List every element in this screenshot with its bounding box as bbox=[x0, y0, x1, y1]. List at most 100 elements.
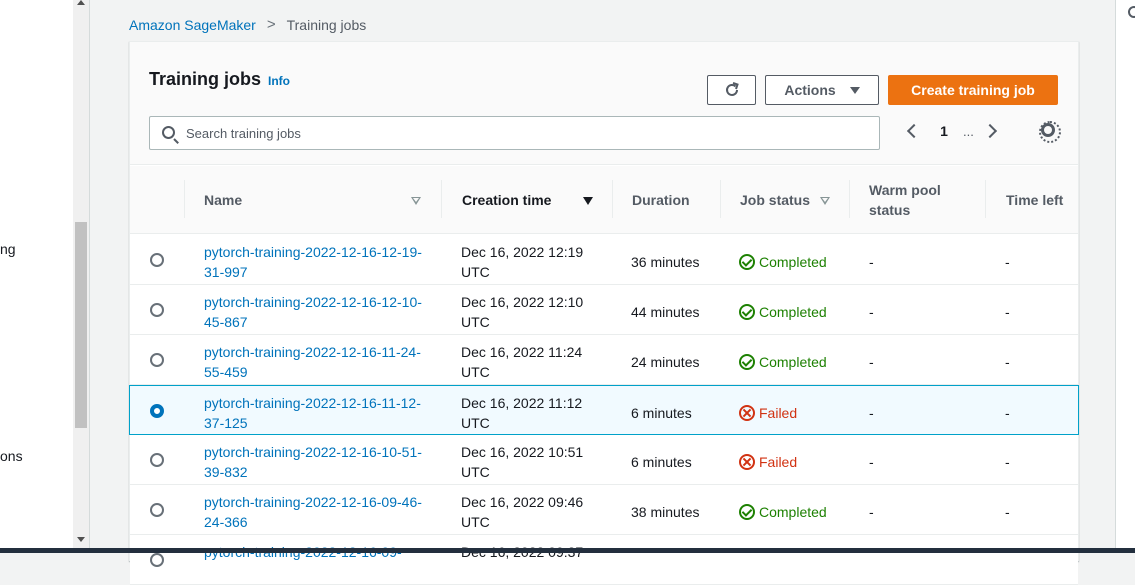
chevron-left-icon[interactable] bbox=[906, 123, 922, 139]
creation-time: Dec 16, 2022 09:46 UTC bbox=[461, 494, 584, 530]
creation-time: Dec 16, 2022 10:51 UTC bbox=[461, 444, 584, 480]
sidebar-scrollbar[interactable] bbox=[73, 0, 89, 548]
actions-dropdown-button[interactable]: Actions bbox=[765, 75, 879, 105]
column-header-duration[interactable]: Duration bbox=[632, 166, 722, 234]
status-text: Completed bbox=[759, 304, 827, 320]
row-select-radio[interactable] bbox=[150, 353, 164, 367]
job-name-link[interactable]: pytorch-training-2022-12-16-11-12-37-125 bbox=[204, 393, 434, 433]
sort-indicator-icon bbox=[411, 197, 421, 205]
search-input[interactable] bbox=[184, 123, 864, 143]
status-text: Completed bbox=[759, 504, 827, 520]
column-separator bbox=[849, 180, 850, 218]
warm-pool-status: - bbox=[869, 254, 874, 270]
job-name-link[interactable]: pytorch-training-2022-12-16-12-19-31-997 bbox=[204, 242, 434, 282]
table-row[interactable]: pytorch-training-2022-12-16-09-46-24-366… bbox=[130, 485, 1078, 535]
row-select-radio[interactable] bbox=[150, 503, 164, 517]
current-page-number[interactable]: 1 bbox=[937, 123, 951, 139]
breadcrumb-separator-icon: > bbox=[266, 16, 276, 33]
column-separator bbox=[184, 180, 185, 218]
column-separator bbox=[441, 180, 442, 218]
job-name-link[interactable]: pytorch-training-2022-12-16-11-24-55-459 bbox=[204, 342, 434, 382]
job-name-link[interactable]: pytorch-training-2022-12-16-12-10-45-867 bbox=[204, 292, 434, 332]
column-header-label: Creation time bbox=[462, 192, 552, 208]
check-circle-icon bbox=[739, 504, 755, 520]
page-title: Training jobs bbox=[149, 69, 262, 89]
scroll-up-arrow-icon[interactable] bbox=[77, 0, 85, 5]
column-header-time-left[interactable]: Time left bbox=[1006, 166, 1066, 234]
job-status: Completed bbox=[739, 302, 827, 322]
check-circle-icon bbox=[739, 254, 755, 270]
row-select-radio[interactable] bbox=[150, 303, 164, 317]
job-status: Completed bbox=[739, 352, 827, 372]
table-header: Name Creation time Duration Job status W… bbox=[130, 166, 1078, 234]
refresh-button[interactable] bbox=[707, 75, 756, 105]
row-select-radio[interactable] bbox=[150, 453, 164, 467]
check-circle-icon bbox=[739, 304, 755, 320]
column-header-label: Duration bbox=[632, 192, 690, 208]
time-left: - bbox=[1005, 354, 1010, 370]
time-left: - bbox=[1005, 254, 1010, 270]
scroll-down-arrow-icon[interactable] bbox=[77, 537, 85, 542]
page-ellipsis: ... bbox=[963, 123, 974, 139]
duration: 44 minutes bbox=[631, 304, 700, 320]
info-link[interactable]: Info bbox=[268, 74, 290, 88]
actions-label: Actions bbox=[784, 82, 836, 98]
time-left: - bbox=[1005, 304, 1010, 320]
column-header-label: Time left bbox=[1006, 192, 1064, 208]
duration: 6 minutes bbox=[631, 454, 692, 470]
help-icon[interactable] bbox=[1128, 6, 1135, 18]
scrollbar-thumb[interactable] bbox=[75, 222, 87, 428]
job-status: Completed bbox=[739, 252, 827, 272]
job-name-link[interactable]: pytorch-training-2022-12-16-10-51-39-832 bbox=[204, 442, 434, 482]
table-row[interactable]: pytorch-training-2022-12-16-11-24-55-459… bbox=[130, 335, 1078, 385]
job-name-link[interactable]: pytorch-training-2022-12-16-09-46-24-366 bbox=[204, 492, 434, 532]
divider bbox=[89, 0, 90, 548]
table-row[interactable]: pytorch-training-2022-12-16-12-19-31-997… bbox=[130, 235, 1078, 285]
table-row[interactable]: pytorch-training-2022-12-16-12-10-45-867… bbox=[130, 285, 1078, 335]
warm-pool-status: - bbox=[869, 304, 874, 320]
warm-pool-status: - bbox=[869, 454, 874, 470]
column-header-creation-time[interactable]: Creation time bbox=[462, 166, 597, 234]
nav-item-fragment[interactable]: ons bbox=[0, 448, 23, 464]
breadcrumb-current: Training jobs bbox=[286, 16, 367, 33]
creation-time: Dec 16, 2022 11:24 UTC bbox=[461, 344, 583, 380]
column-header-label: Name bbox=[204, 192, 243, 208]
column-header-job-status[interactable]: Job status bbox=[740, 166, 845, 234]
breadcrumb-link-sagemaker[interactable]: Amazon SageMaker bbox=[129, 17, 256, 33]
status-text: Failed bbox=[759, 405, 798, 421]
column-header-label: Job status bbox=[740, 192, 811, 208]
nav-item-fragment[interactable]: ng bbox=[0, 241, 16, 257]
row-select-radio[interactable] bbox=[150, 553, 164, 567]
panel-header: Training jobs Info Actions Create traini… bbox=[130, 42, 1078, 165]
creation-time: Dec 16, 2022 12:10 UTC bbox=[461, 294, 584, 330]
search-bar[interactable] bbox=[149, 116, 880, 150]
taskbar bbox=[0, 548, 1135, 553]
duration: 24 minutes bbox=[631, 354, 700, 370]
duration: 36 minutes bbox=[631, 254, 700, 270]
time-left: - bbox=[1005, 405, 1010, 421]
column-separator bbox=[720, 180, 721, 218]
create-training-job-button[interactable]: Create training job bbox=[888, 75, 1058, 105]
table-row[interactable]: pytorch-training-2022-12-16-11-12-37-125… bbox=[129, 385, 1079, 435]
breadcrumb: Amazon SageMaker > Training jobs bbox=[129, 16, 366, 33]
creation-time: Dec 16, 2022 12:19 UTC bbox=[461, 244, 584, 280]
gear-icon[interactable] bbox=[1039, 121, 1061, 143]
column-header-warm-pool-status[interactable]: Warm pool status bbox=[869, 166, 969, 234]
chevron-right-icon[interactable] bbox=[982, 123, 998, 139]
time-left: - bbox=[1005, 504, 1010, 520]
duration: 38 minutes bbox=[631, 504, 700, 520]
column-header-name[interactable]: Name bbox=[204, 166, 424, 234]
pagination: 1 ... bbox=[905, 120, 998, 142]
caret-down-icon bbox=[849, 86, 860, 94]
job-status: Failed bbox=[739, 403, 797, 423]
sort-descending-icon bbox=[583, 197, 593, 205]
job-status: Failed bbox=[739, 452, 797, 472]
duration: 6 minutes bbox=[631, 405, 692, 421]
row-select-radio[interactable] bbox=[150, 404, 164, 418]
table-row[interactable]: pytorch-training-2022-12-16-10-51-39-832… bbox=[130, 435, 1078, 485]
job-status: Completed bbox=[739, 502, 827, 522]
table-row[interactable]: pytorch-training-2022-12-16-09-Dec 16, 2… bbox=[130, 535, 1078, 585]
row-select-radio[interactable] bbox=[150, 253, 164, 267]
refresh-icon bbox=[725, 82, 739, 96]
right-panel-edge bbox=[1115, 0, 1135, 548]
